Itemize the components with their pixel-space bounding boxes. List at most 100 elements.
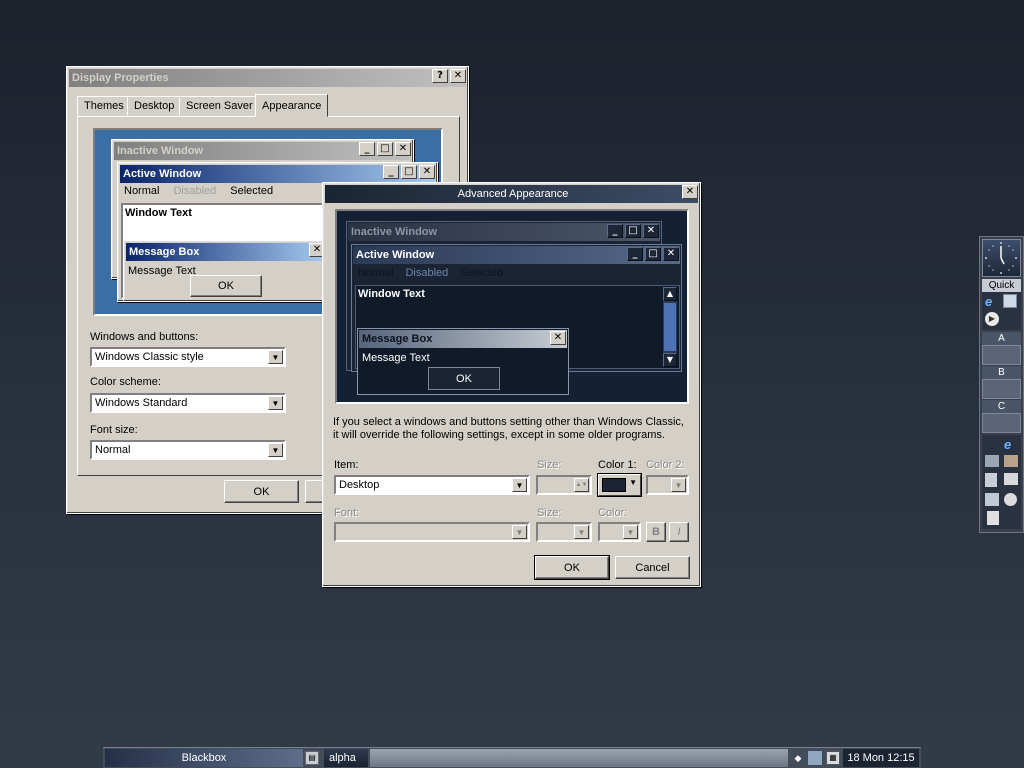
quick-launch-label: Quick — [982, 279, 1021, 292]
window-title: Advanced Appearance — [457, 188, 569, 200]
workspace-c[interactable] — [982, 413, 1021, 433]
adv-preview-message-box: Message Box ✕ Message Text OK — [357, 328, 569, 395]
adv-preview-inactive-title: Inactive Window — [351, 226, 438, 238]
ie-icon[interactable]: e — [1004, 437, 1011, 452]
minimize-icon: _ — [607, 224, 623, 238]
item-select[interactable]: Desktop ▼ — [334, 475, 530, 495]
maximize-icon: □ — [625, 224, 641, 238]
font-size-select[interactable]: Normal ▼ — [90, 440, 286, 460]
volume-tray-icon[interactable]: ▦ — [826, 751, 840, 765]
chevron-down-icon: ▼ — [512, 525, 527, 539]
item-label: Item: — [334, 459, 359, 471]
windows-buttons-select[interactable]: Windows Classic style ▼ — [90, 347, 286, 367]
color-scheme-select[interactable]: Windows Standard ▼ — [90, 393, 286, 413]
chevron-down-icon: ▼ — [574, 525, 589, 539]
close-icon: ✕ — [643, 224, 659, 238]
advanced-titlebar[interactable]: Advanced Appearance — [325, 185, 698, 203]
bold-button[interactable]: B — [646, 522, 666, 542]
chevron-down-icon: ▼ — [629, 478, 637, 487]
chevron-down-icon: ▼ — [268, 443, 283, 457]
color2-label: Color 2: — [646, 459, 685, 471]
adv-preview-menu-normal: Normal — [358, 267, 394, 279]
clock-text[interactable]: 18 Mon 12:15 — [843, 749, 919, 767]
advanced-info-line2: it will override the following settings,… — [333, 429, 665, 441]
color2-picker[interactable]: ▼ — [646, 475, 689, 495]
network-icon[interactable] — [985, 455, 999, 467]
window-title: Display Properties — [72, 72, 169, 84]
font-size-label: Size: — [537, 507, 562, 519]
close-button[interactable]: ✕ — [682, 185, 698, 199]
preview-active-title: Active Window — [123, 168, 202, 180]
trash-icon[interactable] — [985, 473, 997, 487]
preview-msgbox-title: Message Box — [129, 246, 200, 258]
font-select[interactable]: ▼ — [334, 522, 530, 542]
explorer-icon[interactable] — [1003, 294, 1017, 308]
workspace-b-label[interactable]: B — [982, 366, 1021, 379]
workspace-c-label[interactable]: C — [982, 400, 1021, 413]
workspace-a-label[interactable]: A — [982, 332, 1021, 345]
tray-dot-icon[interactable]: ◆ — [791, 749, 805, 767]
computer-icon[interactable] — [985, 493, 999, 506]
advanced-ok-button[interactable]: OK — [534, 555, 610, 580]
font-size-select[interactable]: ▼ — [536, 522, 592, 542]
font-color-picker[interactable]: ▼ — [598, 522, 641, 542]
advanced-info-line1: If you select a windows and buttons sett… — [333, 416, 684, 428]
task-alpha[interactable]: alpha — [324, 749, 368, 767]
workspace-a[interactable] — [982, 345, 1021, 365]
recycle-icon[interactable] — [987, 511, 999, 525]
maximize-icon: □ — [645, 247, 661, 261]
close-icon: ✕ — [395, 142, 411, 156]
close-button[interactable]: ✕ — [450, 69, 466, 83]
item-size-spinner[interactable]: ▲▼ — [536, 475, 592, 495]
preview-menu-normal: Normal — [124, 185, 160, 197]
tab-desktop[interactable]: Desktop — [127, 96, 182, 116]
spin-icon: ▲▼ — [574, 478, 589, 492]
network-tray-icon[interactable] — [807, 750, 823, 766]
close-icon: ✕ — [550, 331, 566, 345]
chevron-down-icon: ▼ — [512, 478, 527, 492]
chevron-down-icon: ▼ — [663, 353, 677, 367]
media-player-icon[interactable]: ▶ — [985, 312, 999, 326]
item-size-label: Size: — [537, 459, 562, 471]
maximize-icon: □ — [377, 142, 393, 156]
printer-icon[interactable] — [1004, 455, 1018, 467]
ok-button[interactable]: OK — [224, 480, 299, 503]
chevron-down-icon: ▼ — [671, 478, 686, 492]
adv-preview-window-text: Window Text — [358, 288, 425, 300]
display-properties-titlebar[interactable]: Display Properties — [69, 69, 466, 87]
preview-menu-disabled: Disabled — [173, 185, 217, 197]
window-list-icon[interactable]: ▤ — [305, 751, 319, 765]
preview-window-text: Window Text — [125, 207, 192, 219]
chevron-down-icon: ▼ — [268, 396, 283, 410]
ie-icon[interactable]: e — [985, 294, 1000, 309]
color1-picker[interactable]: ▼ — [597, 473, 642, 497]
close-icon: ✕ — [419, 165, 435, 179]
cd-icon[interactable] — [1004, 493, 1017, 506]
adv-preview-menu-disabled: Disabled — [405, 267, 449, 279]
color1-label: Color 1: — [598, 459, 637, 471]
chevron-up-icon: ▲ — [663, 287, 677, 301]
advanced-cancel-button[interactable]: Cancel — [615, 556, 690, 579]
color-scheme-label: Color scheme: — [90, 376, 161, 388]
clock-widget[interactable] — [982, 239, 1021, 277]
help-button[interactable]: ? — [432, 69, 448, 83]
minimize-icon: _ — [383, 165, 399, 179]
tray-icons-panel: e — [982, 435, 1021, 529]
adv-preview-menu-selected: Selected — [460, 267, 504, 279]
tab-screen-saver[interactable]: Screen Saver — [179, 96, 260, 116]
tab-themes[interactable]: Themes — [77, 96, 131, 116]
maximize-icon: □ — [401, 165, 417, 179]
minimize-icon: _ — [359, 142, 375, 156]
preview-menu-selected: Selected — [230, 185, 274, 197]
preview-inactive-title: Inactive Window — [117, 145, 204, 157]
workspace-b[interactable] — [982, 379, 1021, 399]
workspace-label[interactable]: Blackbox — [105, 749, 303, 767]
task-area — [370, 749, 788, 767]
tab-appearance[interactable]: Appearance — [255, 94, 329, 117]
folder-icon[interactable] — [1004, 473, 1018, 485]
close-icon: ✕ — [663, 247, 679, 261]
windows-buttons-label: Windows and buttons: — [90, 331, 199, 343]
quick-launch-panel: e ▶ — [982, 292, 1021, 330]
preview-msgbox-text: Message Text — [128, 265, 196, 277]
italic-button[interactable]: I — [669, 522, 689, 542]
